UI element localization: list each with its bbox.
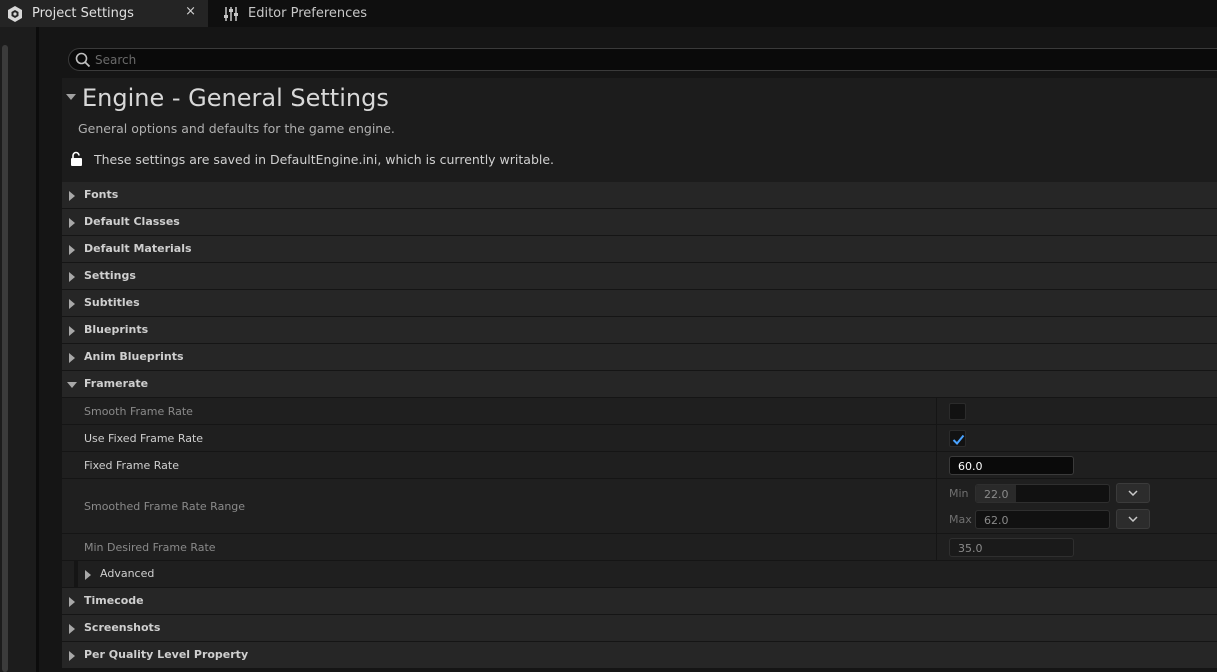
property-smoothed-frame-rate-range: Smoothed Frame Rate Range Min 22.0 Max 6…: [62, 479, 1217, 534]
category-default-classes[interactable]: Default Classes: [62, 209, 1217, 236]
category-label: Framerate: [84, 377, 149, 390]
tab-project-settings-label: Project Settings: [32, 6, 134, 21]
category-label: Timecode: [84, 594, 144, 607]
settings-header: Engine - General Settings General option…: [62, 78, 1217, 182]
config-file-note: These settings are saved in DefaultEngin…: [94, 152, 555, 167]
close-icon[interactable]: ×: [185, 4, 196, 19]
category-settings[interactable]: Settings: [62, 263, 1217, 290]
category-label: Fonts: [84, 188, 119, 201]
chevron-down-icon: [1128, 490, 1138, 496]
category-label: Default Classes: [84, 215, 180, 228]
category-subtitles[interactable]: Subtitles: [62, 290, 1217, 317]
expand-arrow-icon: [69, 299, 75, 309]
category-label: Settings: [84, 269, 136, 282]
expand-arrow-icon: [69, 597, 75, 607]
expand-arrow-icon: [69, 326, 75, 336]
tab-editor-preferences[interactable]: Editor Preferences: [216, 0, 396, 27]
property-use-fixed-frame-rate: Use Fixed Frame Rate: [62, 425, 1217, 452]
category-screenshots[interactable]: Screenshots: [62, 615, 1217, 642]
collapse-arrow-icon[interactable]: [66, 94, 76, 100]
range-min-label: Min: [949, 486, 969, 500]
property-min-desired-frame-rate: Min Desired Frame Rate 35.0: [62, 534, 1217, 561]
property-fixed-frame-rate: Fixed Frame Rate 60.0: [62, 452, 1217, 479]
tab-project-settings[interactable]: Project Settings ×: [0, 0, 208, 27]
category-label: Blueprints: [84, 323, 149, 336]
range-max-value: 62.0: [984, 513, 1009, 527]
search-input[interactable]: [95, 52, 1195, 67]
column-divider: [936, 398, 937, 424]
fixed-frame-rate-input[interactable]: 60.0: [949, 456, 1074, 475]
smooth-frame-rate-checkbox[interactable]: [949, 403, 966, 420]
category-label: Screenshots: [84, 621, 161, 634]
expand-arrow-icon: [69, 651, 75, 661]
property-label: Smoothed Frame Rate Range: [84, 500, 246, 513]
category-anim-blueprints[interactable]: Anim Blueprints: [62, 344, 1217, 371]
expand-arrow-icon: [69, 218, 75, 228]
collapse-arrow-icon: [67, 382, 77, 388]
use-fixed-frame-rate-checkbox[interactable]: [949, 430, 966, 447]
scrollbar-thumb[interactable]: [2, 45, 8, 672]
category-label: Anim Blueprints: [84, 350, 184, 363]
category-fonts[interactable]: Fonts: [62, 182, 1217, 209]
column-divider: [936, 452, 937, 478]
expand-arrow-icon: [69, 353, 75, 363]
category-blueprints[interactable]: Blueprints: [62, 317, 1217, 344]
expand-arrow-icon: [69, 624, 75, 634]
chevron-down-icon: [1128, 516, 1138, 522]
range-max-row: Max 62.0: [949, 509, 1150, 529]
category-framerate[interactable]: Framerate: [62, 371, 1217, 398]
property-label: Fixed Frame Rate: [84, 459, 179, 472]
category-label: Default Materials: [84, 242, 192, 255]
category-per-quality-level-property[interactable]: Per Quality Level Property: [62, 642, 1217, 669]
checkmark-icon: [952, 434, 965, 445]
column-divider: [936, 479, 937, 533]
expand-arrow-icon: [69, 191, 75, 201]
search-icon: [71, 52, 95, 68]
indent-bar: [74, 561, 78, 587]
property-label: Min Desired Frame Rate: [84, 541, 216, 554]
tab-bar: Project Settings × Editor Preferences: [0, 0, 1217, 27]
advanced-label: Advanced: [100, 567, 155, 580]
advanced-section[interactable]: Advanced: [62, 561, 1217, 588]
range-min-row: Min 22.0: [949, 483, 1150, 503]
expand-arrow-icon: [69, 245, 75, 255]
category-default-materials[interactable]: Default Materials: [62, 236, 1217, 263]
range-max-label: Max: [949, 512, 972, 526]
min-desired-frame-rate-input[interactable]: 35.0: [949, 538, 1074, 557]
expand-arrow-icon: [69, 272, 75, 282]
column-divider: [936, 534, 937, 560]
search-box[interactable]: [68, 48, 1217, 71]
property-label: Use Fixed Frame Rate: [84, 432, 204, 445]
range-max-dropdown[interactable]: [1116, 509, 1150, 529]
range-max-input[interactable]: 62.0: [975, 509, 1110, 529]
category-timecode[interactable]: Timecode: [62, 588, 1217, 615]
page-title: Engine - General Settings: [82, 84, 389, 112]
unlocked-icon: [70, 151, 84, 167]
expand-arrow-icon: [85, 570, 91, 580]
column-divider: [936, 425, 937, 451]
sliders-icon: [220, 0, 242, 27]
category-label: Subtitles: [84, 296, 140, 309]
settings-categories: Fonts Default Classes Default Materials …: [62, 182, 1217, 669]
page-description: General options and defaults for the gam…: [78, 121, 395, 136]
range-min-value: 22.0: [984, 487, 1009, 501]
range-min-dropdown[interactable]: [1116, 483, 1150, 503]
property-smooth-frame-rate: Smooth Frame Rate: [62, 398, 1217, 425]
range-min-input[interactable]: 22.0: [975, 483, 1110, 503]
project-settings-icon: [4, 0, 26, 27]
left-rail: [0, 27, 36, 672]
property-label: Smooth Frame Rate: [84, 405, 193, 418]
tab-editor-preferences-label: Editor Preferences: [248, 6, 368, 21]
category-label: Per Quality Level Property: [84, 648, 249, 661]
